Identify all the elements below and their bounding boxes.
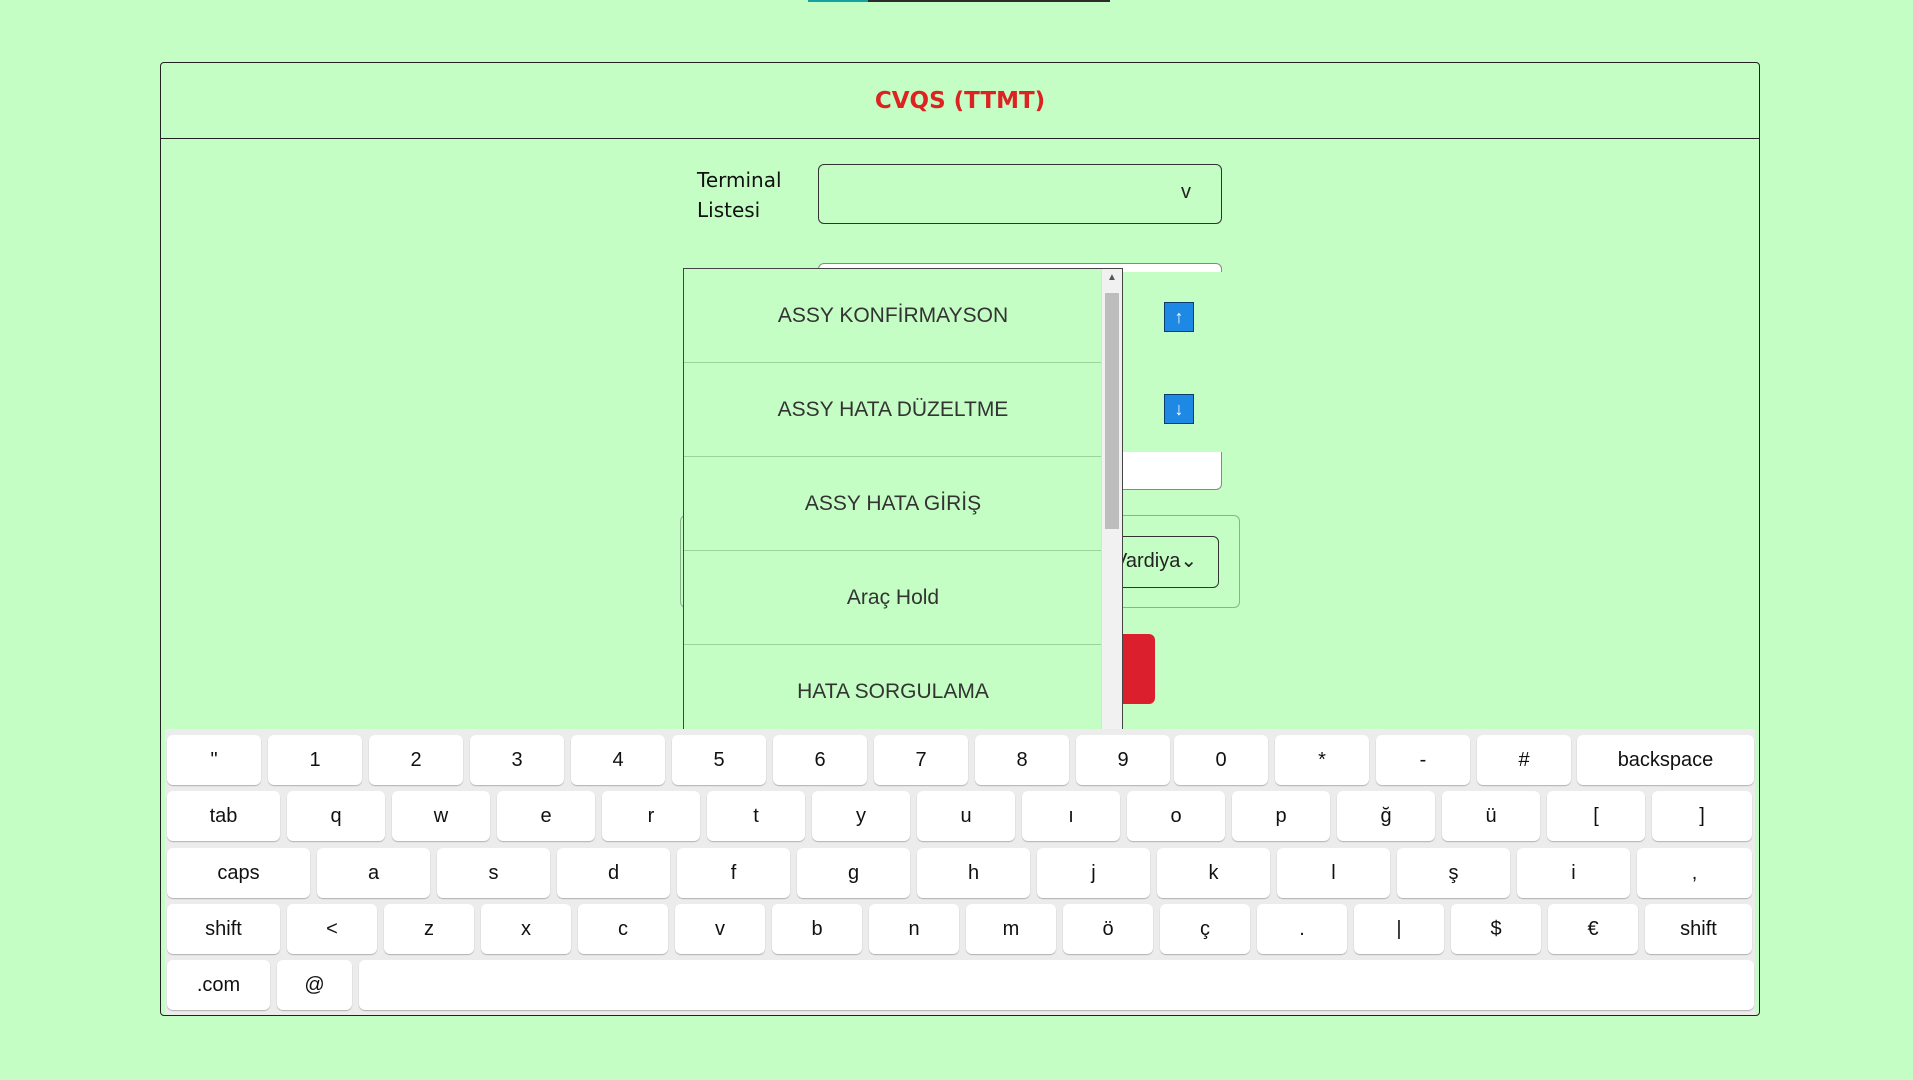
key[interactable]: c [578,904,668,954]
arrow-up-icon[interactable]: ↑ [1164,302,1194,332]
backspace-key[interactable]: backspace [1577,735,1754,785]
key[interactable]: z [384,904,474,954]
key[interactable]: x [481,904,571,954]
key[interactable]: 2 [369,735,463,785]
dropdown-option[interactable]: HATA SORGULAMA [684,645,1102,739]
virtual-keyboard: " 1 2 3 4 5 6 7 8 9 0 * - # backspace tab q w e r t y u ı o p ğ ü[]… [165,729,1755,1015]
key[interactable]: y [812,791,910,841]
key[interactable]: s [437,848,550,898]
terminal-list-select[interactable]: v [818,164,1222,224]
key[interactable]: 8 [975,735,1069,785]
key[interactable]: u [917,791,1015,841]
key[interactable]: - [1376,735,1470,785]
key[interactable]: n [869,904,959,954]
key[interactable]: b [772,904,862,954]
key[interactable]: * [1275,735,1369,785]
vardiya-label: Vardiya [1114,550,1181,572]
key[interactable]: k [1157,848,1270,898]
key[interactable]: , [1637,848,1752,898]
key[interactable]: ö [1063,904,1153,954]
key[interactable]: j [1037,848,1150,898]
dropdown-option[interactable]: Araç Hold [684,551,1102,645]
key[interactable]: ç [1160,904,1250,954]
key[interactable]: ş [1397,848,1510,898]
key[interactable]: $ [1451,904,1541,954]
key[interactable]: h [917,848,1030,898]
key[interactable]: g [797,848,910,898]
shift-key[interactable]: shift [1645,904,1752,954]
key[interactable]: 3 [470,735,564,785]
key[interactable]: l [1277,848,1390,898]
key[interactable]: m [966,904,1056,954]
key[interactable]: ı [1022,791,1120,841]
key[interactable]: q [287,791,385,841]
progress-fill [808,0,868,2]
key[interactable]: w [392,791,490,841]
key[interactable]: v [675,904,765,954]
arrow-down-icon[interactable]: ↓ [1164,394,1194,424]
tab-key[interactable]: tab [167,791,280,841]
key[interactable]: # [1477,735,1571,785]
dropdown-option[interactable]: ASSY HATA GİRİŞ [684,457,1102,551]
key[interactable]: 6 [773,735,867,785]
key[interactable]: ü [1442,791,1540,841]
scroll-up-icon[interactable]: ▲ [1102,269,1122,287]
key[interactable]: i [1517,848,1630,898]
shift-key[interactable]: shift [167,904,280,954]
key[interactable]: @ [277,960,352,1010]
key[interactable]: " [167,735,261,785]
key[interactable]: < [287,904,377,954]
key[interactable]: 4 [571,735,665,785]
key[interactable]: ] [1652,791,1752,841]
dropdown-option[interactable]: ASSY HATA DÜZELTME [684,363,1102,457]
key[interactable]: 9 [1076,735,1170,785]
key[interactable]: r [602,791,700,841]
arrow-panel: ↑ ↓ [1122,272,1232,452]
chevron-down-icon: ⌄ [1180,550,1198,572]
key[interactable]: .com [167,960,270,1010]
top-progress-bar [808,0,1110,2]
spacebar-key[interactable] [359,960,1754,1010]
page-title: CVQS (TTMT) [874,87,1046,114]
caps-key[interactable]: caps [167,848,310,898]
key[interactable]: e [497,791,595,841]
key[interactable]: [ [1547,791,1645,841]
key[interactable]: d [557,848,670,898]
card-header: CVQS (TTMT) [161,63,1759,139]
key[interactable]: a [317,848,430,898]
key[interactable]: | [1354,904,1444,954]
key[interactable]: € [1548,904,1638,954]
key[interactable]: ğ [1337,791,1435,841]
key[interactable]: 1 [268,735,362,785]
key[interactable]: 5 [672,735,766,785]
scrollbar-thumb[interactable] [1105,293,1119,529]
key[interactable]: f [677,848,790,898]
terminal-list-label: Terminal Listesi [697,168,782,222]
key[interactable]: o [1127,791,1225,841]
key[interactable]: t [707,791,805,841]
key[interactable]: p [1232,791,1330,841]
key[interactable]: 0 [1174,735,1268,785]
key[interactable]: 7 [874,735,968,785]
dropdown-option[interactable]: ASSY KONFİRMAYSON [684,269,1102,363]
chevron-down-icon: v [1181,181,1191,203]
key[interactable]: . [1257,904,1347,954]
